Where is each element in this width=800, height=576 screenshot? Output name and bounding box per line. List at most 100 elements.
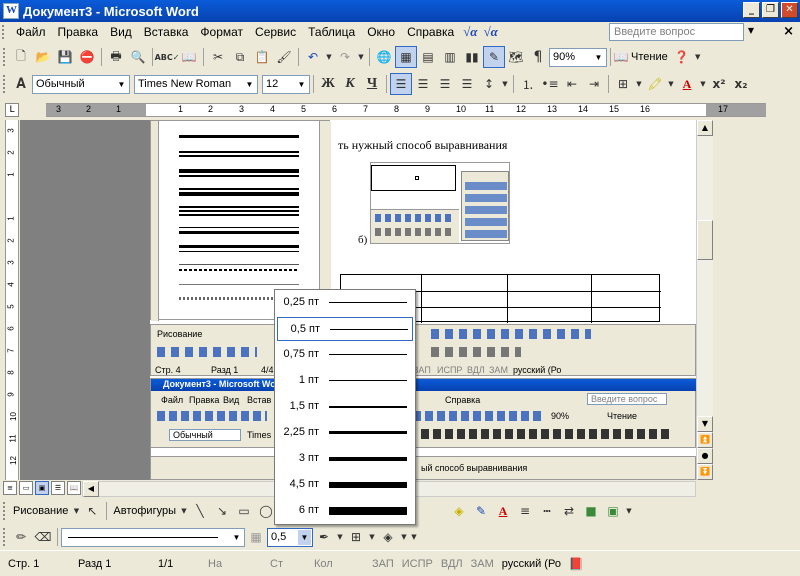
line-icon[interactable]: ╲ — [189, 500, 211, 522]
ask-dropdown-icon[interactable]: ▼ — [748, 26, 754, 35]
paste-icon[interactable]: 📋 — [251, 46, 273, 68]
menu-view[interactable]: Вид — [104, 25, 138, 39]
menu-format[interactable]: Формат — [194, 25, 249, 39]
document-close-icon[interactable]: × — [783, 24, 794, 39]
new-document-icon[interactable]: 🗋 — [10, 46, 32, 68]
toolbar-options-icon[interactable]: ▼ — [624, 500, 634, 522]
previous-page-button[interactable]: ⏫ — [697, 432, 713, 448]
rectangle-icon[interactable]: ▭ — [233, 500, 255, 522]
scroll-left-button[interactable]: ◀ — [83, 481, 99, 497]
hyperlink-icon[interactable]: 🌐 — [373, 46, 395, 68]
menu-window[interactable]: Окно — [361, 25, 401, 39]
copy-icon[interactable]: ⧉ — [229, 46, 251, 68]
help-icon[interactable]: ❓ — [671, 46, 693, 68]
menu-tools[interactable]: Сервис — [249, 25, 302, 39]
subscript-icon[interactable]: x₂ — [730, 73, 752, 95]
bullets-icon[interactable]: •≡ — [539, 73, 561, 95]
horizontal-ruler[interactable]: 3 2 1 1 2 3 4 5 6 7 8 9 10 11 12 13 14 1… — [46, 103, 766, 117]
highlight-dropdown-icon[interactable]: ▼ — [666, 73, 676, 95]
open-folder-icon[interactable]: 📂 — [32, 46, 54, 68]
scroll-thumb[interactable] — [697, 220, 713, 260]
scroll-up-button[interactable]: ▲ — [697, 120, 713, 136]
style-dropdown-icon[interactable]: ▼ — [115, 77, 128, 92]
increase-indent-icon[interactable]: ⇥ — [583, 73, 605, 95]
line-weight-option[interactable]: 1 пт — [277, 369, 413, 393]
toolbar-options-icon[interactable]: ▼ — [693, 46, 703, 68]
line-weight-option[interactable]: 2,25 пт — [277, 421, 413, 445]
print-icon[interactable]: 🖶 — [105, 46, 127, 68]
print-preview-icon[interactable]: 🔍 — [127, 46, 149, 68]
line-color-icon[interactable]: ✎ — [470, 500, 492, 522]
line-pattern-icon[interactable]: ▦ — [245, 526, 267, 548]
justify-icon[interactable]: ☰ — [456, 73, 478, 95]
line-weight-option[interactable]: 1,5 пт — [277, 395, 413, 419]
border-color-icon[interactable]: ✒ — [313, 526, 335, 548]
read-icon[interactable]: 📖 — [614, 46, 629, 68]
next-page-button[interactable]: ⏬ — [697, 464, 713, 480]
line-spacing-icon[interactable]: ↕ — [478, 73, 500, 95]
line-weight-dropdown-icon[interactable]: ▼ — [298, 529, 311, 545]
drawing-menu-button[interactable]: Рисование — [10, 505, 71, 517]
drawing-dropdown-icon[interactable]: ▼ — [71, 500, 81, 522]
outside-border-icon[interactable]: ⊞ — [345, 526, 367, 548]
outline-view-icon[interactable]: ☰ — [51, 481, 65, 495]
shading-color-icon[interactable]: ◈ — [377, 526, 399, 548]
borders-dropdown-icon[interactable]: ▼ — [634, 73, 644, 95]
styles-pane-icon[interactable]: 𝐀 — [10, 73, 32, 95]
drawing-icon[interactable]: ✎ — [483, 46, 505, 68]
undo-icon[interactable]: ↶ — [302, 46, 324, 68]
line-style-dropdown-icon[interactable]: ▼ — [230, 530, 243, 545]
underline-button[interactable]: Ч — [361, 73, 383, 95]
status-ext[interactable]: ВДЛ — [437, 558, 467, 570]
numbering-icon[interactable]: ⒈ — [517, 73, 539, 95]
font-color-drawing-icon[interactable]: A — [492, 500, 514, 522]
line-weight-select[interactable]: 0,5 ▼ — [267, 527, 313, 547]
toolbar-grip[interactable] — [3, 75, 7, 93]
tables-borders-icon[interactable]: ▦ — [395, 46, 417, 68]
arrow-icon[interactable]: ↘ — [211, 500, 233, 522]
autoshapes-button[interactable]: Автофигуры — [110, 505, 179, 517]
borders-icon[interactable]: ⊞ — [612, 73, 634, 95]
line-weight-option[interactable]: 3 пт — [277, 447, 413, 471]
redo-icon[interactable]: ↷ — [334, 46, 356, 68]
line-style-select[interactable]: ▼ — [61, 527, 245, 547]
redo-dropdown-icon[interactable]: ▼ — [356, 46, 366, 68]
zoom-select[interactable]: 90% ▼ — [549, 47, 607, 67]
save-icon[interactable]: 💾 — [54, 46, 76, 68]
menu-edit[interactable]: Правка — [52, 25, 105, 39]
toolbar-grip[interactable] — [3, 502, 7, 520]
font-size-select[interactable]: 12 ▼ — [262, 74, 310, 94]
line-weight-option[interactable]: 4,5 пт — [277, 473, 413, 497]
line-style-icon[interactable]: ≡ — [514, 500, 536, 522]
superscript-icon[interactable]: x² — [708, 73, 730, 95]
line-weight-option[interactable]: 0,75 пт — [277, 343, 413, 367]
embedded-picture-word-window[interactable]: Документ3 - Microsoft Word Файл Правка В… — [150, 378, 696, 480]
menu-insert[interactable]: Вставка — [138, 25, 195, 39]
vertical-ruler[interactable]: 3 2 1 1 2 3 4 5 6 7 8 9 10 11 12 — [0, 120, 20, 480]
tab-selector[interactable]: L — [5, 103, 19, 117]
arrow-style-icon[interactable]: ⇄ — [558, 500, 580, 522]
status-ovr[interactable]: ЗАМ — [467, 558, 498, 570]
columns-icon[interactable]: ▮▮ — [461, 46, 483, 68]
cut-icon[interactable]: ✂ — [207, 46, 229, 68]
bold-button[interactable]: Ж — [317, 73, 339, 95]
toolbar-grip[interactable] — [3, 48, 7, 66]
read-button[interactable]: Чтение — [628, 51, 671, 63]
minimize-button[interactable]: _ — [743, 2, 760, 18]
line-weight-option-selected[interactable]: 0,5 пт — [277, 317, 413, 341]
spelling-status-icon[interactable]: 📕 — [565, 553, 587, 575]
eraser-icon[interactable]: ⌫ — [32, 526, 54, 548]
insert-excel-icon[interactable]: ▥ — [439, 46, 461, 68]
font-select[interactable]: Times New Roman ▼ — [134, 74, 258, 94]
align-center-icon[interactable]: ☰ — [412, 73, 434, 95]
align-right-icon[interactable]: ☰ — [434, 73, 456, 95]
font-color-icon[interactable]: A — [676, 73, 698, 95]
browse-object-button[interactable]: ● — [697, 448, 713, 464]
vertical-scrollbar[interactable]: ▲ ▼ ⏫ ● ⏬ — [696, 120, 713, 480]
normal-view-icon[interactable]: ≡ — [3, 481, 17, 495]
line-weight-option[interactable]: 6 пт — [277, 499, 413, 523]
print-layout-icon[interactable]: ▣ — [35, 481, 49, 495]
word-app-icon[interactable] — [3, 3, 19, 19]
status-language[interactable]: русский (Ро — [498, 558, 565, 570]
menu-table[interactable]: Таблица — [302, 25, 361, 39]
